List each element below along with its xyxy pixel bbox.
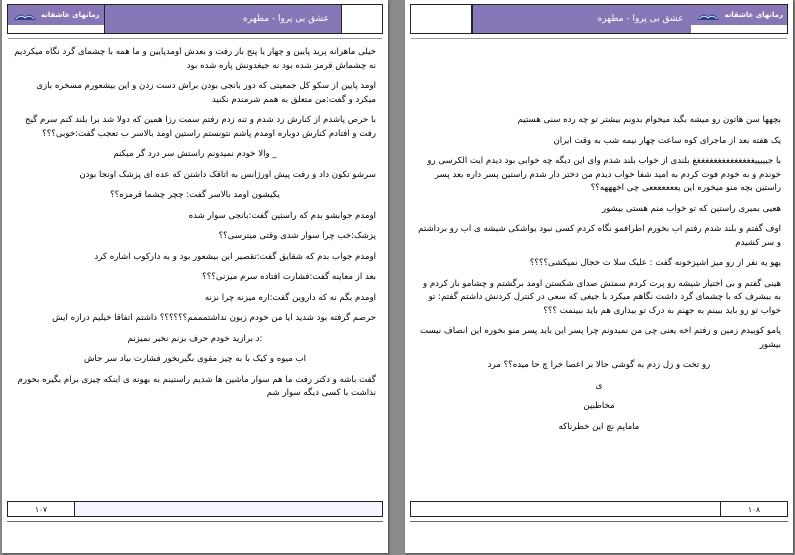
page-number: ۱۰۸ bbox=[720, 502, 787, 516]
paragraph: اومدم جوابشو بدم که راستین گفت:بانجی سوا… bbox=[188, 210, 376, 221]
header-divider bbox=[8, 38, 382, 39]
paragraph: با جیییییغغغغغغغغغغغغغغغ بلندی از خواب ب… bbox=[427, 156, 781, 193]
header-box bbox=[411, 5, 472, 33]
page-footer: ۱۰۷ bbox=[7, 501, 383, 517]
paragraph: هینی گفتم و بی اختیار شیشه رو پرت کردم س… bbox=[422, 278, 781, 316]
paragraph: اومد پایین از سکو کل جمعیتی که دور بانجی… bbox=[36, 81, 376, 105]
footer-bar bbox=[411, 502, 720, 516]
site-logo: رمانهای عاشقانه bbox=[8, 5, 104, 25]
page-left: رمانهای عاشقانه عشق بی پروا - مطهره خیلی… bbox=[2, 0, 388, 553]
paragraph: گفت باشه و دکتر رفت ما هم سوار ماشین ها … bbox=[17, 374, 376, 399]
book-logo-icon bbox=[697, 14, 720, 20]
page-body: خیلی ماهرانه پرید پایین و چهار یا پنج با… bbox=[14, 46, 376, 408]
page-body: بچهها سن هاتون رو میشه بگید میخوام بدونم… bbox=[417, 114, 781, 441]
book-logo-icon bbox=[14, 14, 36, 20]
paragraph: خیلی ماهرانه پرید پایین و چهار یا پنج با… bbox=[14, 47, 376, 71]
page-title: عشق بی پروا - مطهره bbox=[597, 14, 684, 24]
paragraph: بچهها سن هاتون رو میشه بگید میخوام بدونم… bbox=[517, 115, 781, 125]
paragraph: با حرص پاشدم از کنارش رد شدم و تنه زدم ر… bbox=[25, 115, 376, 139]
paragraph: بعد از معاینه گفت:فشارت افتاده سرم میزنی… bbox=[202, 272, 376, 282]
paragraph: رو تخت و زل زدم به گوشی حالا بر اعصا خرا… bbox=[487, 360, 711, 370]
page-header: عشق بی پروا - مطهره رمانهای عاشقانه bbox=[410, 4, 788, 34]
header-box bbox=[341, 5, 382, 33]
header-divider bbox=[411, 38, 787, 39]
logo-text: رمانهای عاشقانه bbox=[41, 11, 100, 19]
page-number: ۱۰۷ bbox=[8, 502, 75, 516]
paragraph: ی bbox=[595, 380, 603, 391]
logo-text: رمانهای عاشقانه bbox=[724, 11, 783, 19]
paragraph: سرشو تکون داد و رفت پیش اورژانس به اتاقک… bbox=[79, 169, 376, 180]
paragraph: اب میوه و کیک با به چیز مقوی بگیربخور فش… bbox=[83, 354, 307, 364]
paragraph: اومدم جواب بدم که شقایق گفت:تقصیر این بی… bbox=[94, 251, 376, 262]
header-title-bar: عشق بی پروا - مطهره bbox=[472, 5, 692, 33]
page-right: عشق بی پروا - مطهره رمانهای عاشقانه بچهه… bbox=[405, 0, 793, 553]
paragraph: پامو کوبیدم زمین و رفتم اخه یعنی چی من ن… bbox=[420, 326, 781, 350]
paragraph: اوف گفتم و بلند شدم رفتم اب بخورم اطرافم… bbox=[418, 224, 781, 248]
page-title: عشق بی پروا - مطهره bbox=[243, 14, 329, 24]
paragraph: یهو یه نفر از رو میز اشپزخونه گفت : علیک… bbox=[529, 258, 781, 268]
footer-divider bbox=[410, 521, 788, 522]
page-header: رمانهای عاشقانه عشق بی پروا - مطهره bbox=[7, 4, 383, 34]
paragraph: اومدم بگم نه که داروین گفت:اره میزنه چرا… bbox=[204, 292, 376, 303]
footer-bar bbox=[75, 502, 382, 516]
paragraph: یک هفته بعد از ماجرای کوه ساعت چهار نیمه… bbox=[553, 135, 782, 146]
paragraph: پزشک:خب چرا سوار شدی وقتی میترسی؟؟ bbox=[218, 231, 376, 241]
footer-divider bbox=[7, 521, 383, 522]
site-logo: رمانهای عاشقانه bbox=[691, 5, 787, 25]
header-title-bar: عشق بی پروا - مطهره bbox=[103, 5, 341, 33]
paragraph: _ والا خودم نمیدونم راستش سر درد گر میکن… bbox=[113, 149, 277, 159]
paragraph: :د برازید خودم حرف بزنم نخیر نمیزنم bbox=[127, 333, 263, 344]
paragraph: مخاطبین bbox=[583, 401, 615, 411]
paragraph: حرصم گرفته بود شدید ایا من خودم زبون ندا… bbox=[52, 313, 376, 323]
paragraph: هعیی بمیری راستین که تو خواب منم هستی بی… bbox=[601, 203, 781, 214]
paragraph: یکیشون اومد بالاسر گفت: چچر چشما قرمزه؟؟ bbox=[110, 190, 280, 200]
page-footer: ۱۰۸ bbox=[410, 501, 788, 517]
paragraph: ماماپم نچ این خطرناکه bbox=[558, 421, 640, 432]
